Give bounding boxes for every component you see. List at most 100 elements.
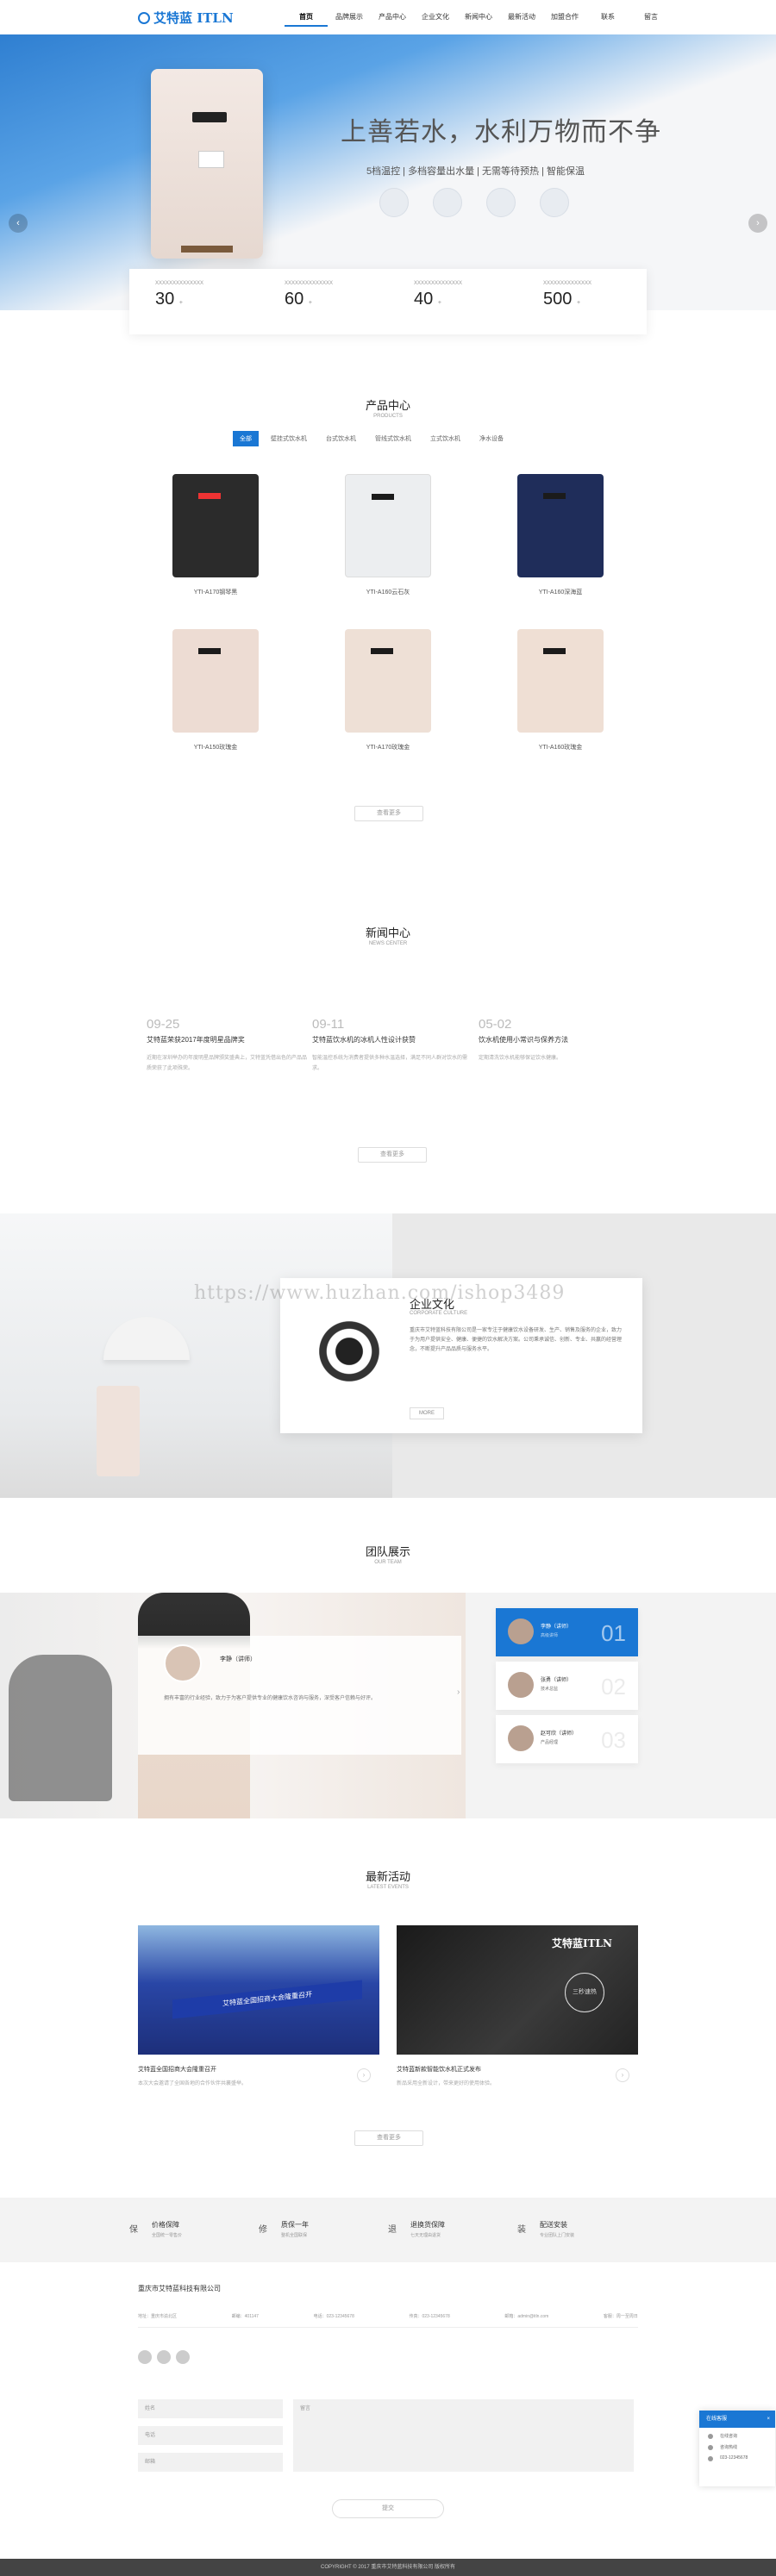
brand-logo[interactable]: 艾特蓝 ITLN	[138, 9, 234, 27]
product-image	[517, 474, 604, 577]
news-title-text: 饮水机使用小常识与保养方法	[479, 1036, 568, 1044]
activity-desc: 本次大会邀请了全国各地的合作伙伴共襄盛举。	[138, 2081, 247, 2086]
team-member-item[interactable]: 李静（讲师） 高级讲师 01	[496, 1608, 638, 1656]
stat-label: XXXXXXXXXXXXXX	[414, 281, 463, 286]
phone-field[interactable]: 电话	[138, 2426, 283, 2445]
news-item[interactable]: 09-25 艾特蓝荣获2017年度明星品牌奖近期在深圳举办的年度明星品牌颁奖盛典上…	[147, 1017, 310, 1074]
nav-item-join[interactable]: 加盟合作	[543, 12, 586, 27]
activity-image: 艾特蓝全国招商大会隆重召开	[138, 1925, 379, 2055]
avatar	[508, 1672, 534, 1698]
team-next-button[interactable]: ›	[457, 1687, 460, 1697]
nav-item-events[interactable]: 最新活动	[500, 12, 543, 27]
brand-name: 艾特蓝 ITLN	[153, 10, 234, 26]
product-card[interactable]: YTI-A170钢琴黑	[164, 474, 267, 596]
news-item[interactable]: 09-11 艾特蓝饮水机的冰机人性设计获赞 智能温控系统为消费者提供多种水温选择，满…	[312, 1017, 476, 1074]
activities-subtitle: LATEST EVENTS	[367, 1885, 409, 1890]
copyright: COPYRIGHT © 2017 重庆市艾特蓝科技有限公司 版权所有	[0, 2559, 776, 2576]
stat-unit: +	[437, 300, 441, 306]
tab-standing[interactable]: 立式饮水机	[423, 431, 467, 446]
news-desc: 近期在深圳举办的年度明星品牌颁奖盛典上，艾特蓝凭借出色的产品品质荣获了此项殊荣。	[147, 1056, 308, 1071]
news-title-text: 艾特蓝荣获2017年度明星品牌奖	[147, 1036, 245, 1044]
nav-item-brand[interactable]: 品牌展示	[328, 12, 371, 27]
close-icon[interactable]: ×	[767, 2411, 770, 2428]
email-field[interactable]: 邮箱	[138, 2453, 283, 2472]
product-image	[172, 629, 259, 733]
lamp-shape	[103, 1317, 190, 1360]
filter-icon	[486, 188, 516, 217]
tab-purifier[interactable]: 净水设备	[472, 431, 510, 446]
banner-next-button[interactable]: ›	[748, 214, 767, 233]
nav-item-message[interactable]: 留言	[629, 12, 673, 27]
weibo-icon[interactable]	[157, 2350, 171, 2364]
service-sub: 全国统一零售价	[152, 2233, 183, 2238]
avatar	[508, 1619, 534, 1644]
product-card[interactable]: YTI-A170玫瑰金	[336, 629, 440, 752]
header: 艾特蓝 ITLN 首页 品牌展示 产品中心 企业文化 新闻中心 最新活动 加盟合…	[0, 0, 776, 34]
nav-item-home[interactable]: 首页	[285, 12, 328, 27]
activities-more-button[interactable]: 查看更多	[354, 2130, 423, 2146]
service-title: 价格保障	[152, 2221, 179, 2229]
banner-prev-button[interactable]: ‹	[9, 214, 28, 233]
wechat-icon[interactable]	[138, 2350, 152, 2364]
culture-section: 企业文化 CORPORATE CULTURE 重庆市艾特蓝科技有限公司是一家专注…	[0, 1213, 776, 1498]
stats-panel: XXXXXXXXXXXXXX 30 + XXXXXXXXXXXXXX 60 + XX…	[129, 269, 647, 334]
avatar	[508, 1725, 534, 1751]
news-date: 05-02	[479, 1017, 512, 1032]
activity-card[interactable]: 艾特蓝ITLN 三秒速热 艾特蓝新款智能饮水机正式发布 新品采用全新设计，带来更…	[397, 1925, 638, 2086]
nav-item-culture[interactable]: 企业文化	[414, 12, 457, 27]
tab-all[interactable]: 全部	[233, 431, 259, 446]
product-image	[172, 474, 259, 577]
tab-wall[interactable]: 壁挂式饮水机	[264, 431, 314, 446]
footer-phone: 电话：023-12345678	[313, 2314, 354, 2319]
product-image	[517, 629, 604, 733]
member-role: 产品经理	[541, 1740, 559, 1745]
chair-shape	[9, 1655, 112, 1801]
stat-value: 30	[155, 290, 175, 309]
stat-value: 60	[285, 290, 304, 309]
products-subtitle: PRODUCTS	[373, 414, 403, 419]
nav-item-contact[interactable]: 联系	[586, 12, 629, 27]
product-name: YTI-A170钢琴黑	[193, 589, 238, 596]
product-card[interactable]: YTI-A160深海蓝	[509, 474, 612, 596]
chevron-right-icon[interactable]: ›	[616, 2068, 629, 2082]
news-more-button[interactable]: 查看更多	[358, 1147, 427, 1163]
culture-product-image	[97, 1386, 140, 1476]
products-more-button[interactable]: 查看更多	[354, 806, 423, 821]
avatar	[164, 1644, 202, 1682]
stat-value: 40	[414, 290, 434, 309]
team-member-item[interactable]: 赵可欣（讲师） 产品经理 03	[496, 1715, 638, 1763]
news-date: 09-25	[147, 1017, 180, 1032]
banner-slogan: 上善若水，水利万物而不争	[341, 117, 661, 147]
product-card[interactable]: YTI-A160玫瑰金	[509, 629, 612, 752]
message-field[interactable]: 留言	[293, 2399, 634, 2472]
news-item[interactable]: 05-02 饮水机使用小常识与保养方法 定期清洗饮水机能够保证饮水健康。	[479, 1017, 642, 1063]
tab-pipeline[interactable]: 管线式饮水机	[368, 431, 418, 446]
product-name: YTI-A160玫瑰金	[538, 745, 583, 751]
nav-item-products[interactable]: 产品中心	[371, 12, 414, 27]
temperature-icon	[379, 188, 409, 217]
product-card[interactable]: YTI-A150玫瑰金	[164, 629, 267, 752]
return-icon: 退	[388, 2225, 397, 2235]
online-service-widget: 在线客服 × 在线咨询 咨询热线 023-12345678	[699, 2411, 775, 2486]
stat-item: XXXXXXXXXXXXXX 40 +	[388, 269, 517, 334]
social-links	[138, 2350, 190, 2364]
chevron-right-icon[interactable]: ›	[357, 2068, 371, 2082]
team-member-item[interactable]: 张勇（讲师） 技术总监 02	[496, 1662, 638, 1710]
service-item: 装 配送安装 专业团队上门安装	[517, 2198, 647, 2262]
watermark-text: https://www.huzhan.com/ishop3489	[194, 1282, 566, 1304]
widget-row[interactable]: 在线咨询	[699, 2428, 775, 2439]
logo-icon	[138, 12, 150, 24]
tab-desktop[interactable]: 台式饮水机	[319, 431, 363, 446]
stat-value: 500	[543, 290, 573, 309]
product-name: YTI-A160云石灰	[366, 589, 410, 596]
qq-icon[interactable]	[176, 2350, 190, 2364]
feature-icons	[379, 188, 569, 217]
submit-button[interactable]: 提交	[332, 2499, 444, 2518]
service-item: 修 质保一年 整机全国联保	[259, 2198, 388, 2262]
culture-more-button[interactable]: MORE	[410, 1407, 444, 1419]
news-subtitle: NEWS CENTER	[368, 941, 408, 946]
activity-card[interactable]: 艾特蓝全国招商大会隆重召开 艾特蓝全国招商大会隆重召开 本次大会邀请了全国各地的…	[138, 1925, 379, 2086]
product-card[interactable]: YTI-A160云石灰	[336, 474, 440, 596]
nav-item-news[interactable]: 新闻中心	[457, 12, 500, 27]
name-field[interactable]: 姓名	[138, 2399, 283, 2418]
